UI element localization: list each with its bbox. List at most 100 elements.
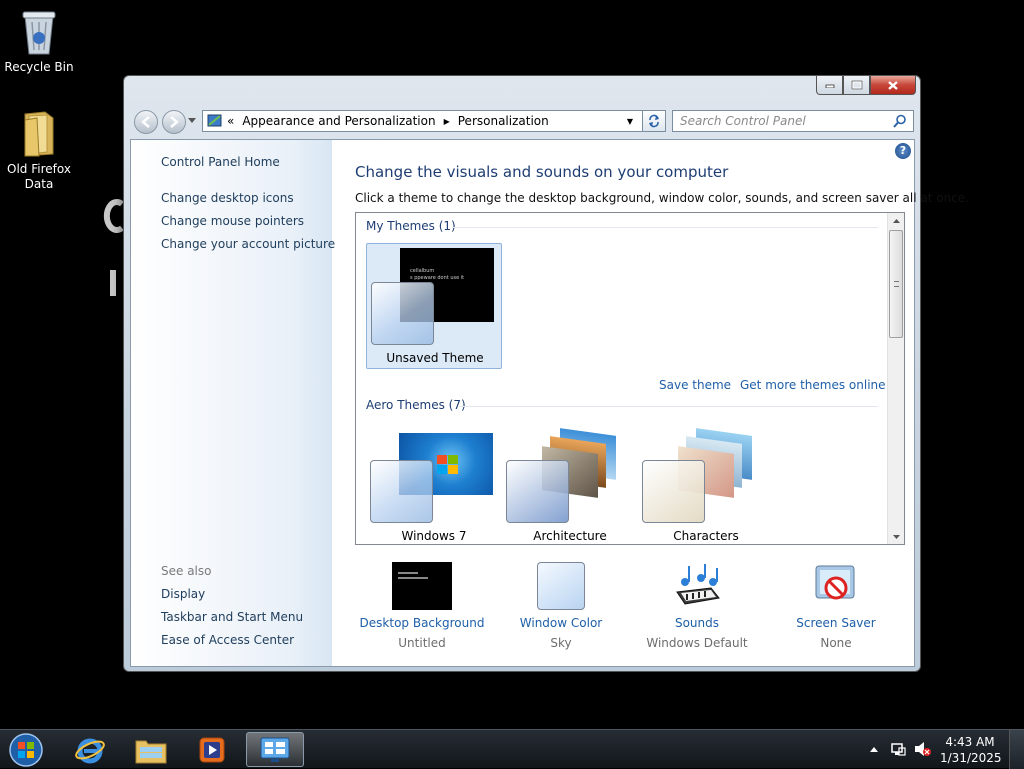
taskbar-windows-explorer[interactable] xyxy=(123,732,179,767)
help-icon: ? xyxy=(899,144,907,157)
theme-unsaved[interactable]: cellalbum s ppeware dont use it Unsaved … xyxy=(366,243,502,369)
scrollbar-thumb[interactable] xyxy=(889,230,903,338)
clock-date: 1/31/2025 xyxy=(940,751,1002,765)
old-firefox-data-label: Old Firefox Data xyxy=(7,162,71,191)
network-icon[interactable] xyxy=(890,741,906,757)
breadcrumb-chevron[interactable]: « xyxy=(227,114,234,128)
refresh-button[interactable] xyxy=(642,110,666,132)
folder-icon xyxy=(24,111,54,157)
refresh-icon xyxy=(649,114,659,128)
back-arrow-icon xyxy=(141,116,150,128)
page-subtitle: Click a theme to change the desktop back… xyxy=(355,191,969,205)
change-mouse-pointers-link[interactable]: Change mouse pointers xyxy=(161,214,304,228)
sounds-value: Windows Default xyxy=(646,636,748,650)
help-button[interactable]: ? xyxy=(895,143,911,159)
change-desktop-icons-link[interactable]: Change desktop icons xyxy=(161,191,294,205)
window-color-swatch xyxy=(506,460,569,523)
show-hidden-icons-icon[interactable] xyxy=(870,746,878,752)
forward-button[interactable] xyxy=(162,110,186,134)
minimize-button[interactable] xyxy=(816,76,843,95)
theme-label: Characters xyxy=(673,529,739,543)
search-input[interactable]: Search Control Panel xyxy=(672,110,914,132)
minimize-icon xyxy=(825,84,834,88)
window-color-label[interactable]: Window Color xyxy=(493,616,629,630)
window-color-swatch xyxy=(537,562,585,610)
old-firefox-data-shortcut[interactable]: Old Firefox Data xyxy=(0,110,78,192)
windows-start-orb-icon xyxy=(9,732,43,767)
control-panel-home-link[interactable]: Control Panel Home xyxy=(161,155,280,169)
aero-themes-header: Aero Themes (7) xyxy=(366,398,466,412)
desktop-background-label[interactable]: Desktop Background xyxy=(354,616,490,630)
desktop-background-value: Untitled xyxy=(398,636,446,650)
control-panel-icon xyxy=(260,737,290,762)
back-button[interactable] xyxy=(134,110,158,134)
taskbar-media-player[interactable] xyxy=(184,732,240,767)
forward-arrow-icon xyxy=(170,116,179,128)
search-placeholder: Search Control Panel xyxy=(680,114,806,128)
recycle-bin-label: Recycle Bin xyxy=(4,60,74,74)
show-desktop-button[interactable] xyxy=(1009,730,1024,769)
maximize-icon xyxy=(851,80,862,90)
desktop-background-setting[interactable]: Desktop Background Untitled xyxy=(354,562,490,650)
theme-label: Windows 7 xyxy=(401,529,467,543)
personalization-window: « Appearance and Personalization ▶ Perso… xyxy=(123,75,969,672)
window-color-setting[interactable]: Window Color Sky xyxy=(493,562,629,650)
save-theme-link[interactable]: Save theme xyxy=(659,378,731,392)
theme-label: Unsaved Theme xyxy=(386,351,484,365)
windows-explorer-icon xyxy=(135,740,167,763)
recycle-bin-icon xyxy=(22,11,56,55)
theme-windows-7[interactable]: Windows 7 xyxy=(366,428,502,544)
close-icon xyxy=(888,80,898,90)
sounds-setting[interactable]: Sounds Windows Default xyxy=(629,562,765,650)
ease-of-access-link[interactable]: Ease of Access Center xyxy=(161,633,294,647)
theme-label: Architecture xyxy=(533,529,607,543)
change-account-picture-link[interactable]: Change your account picture xyxy=(161,237,335,251)
breadcrumb-appearance[interactable]: Appearance and Personalization xyxy=(242,114,435,128)
theme-list[interactable]: My Themes (1) cellalbum s ppeware dont u… xyxy=(355,212,905,545)
desktop-background-thumbnail xyxy=(392,562,452,610)
taskbar-internet-explorer[interactable] xyxy=(62,732,118,767)
breadcrumb-separator-icon[interactable]: ▶ xyxy=(444,117,450,126)
theme-architecture[interactable]: Architecture xyxy=(502,428,638,544)
theme-characters[interactable]: Characters xyxy=(638,428,774,544)
address-bar[interactable]: « Appearance and Personalization ▶ Perso… xyxy=(202,110,666,132)
screen-saver-setting[interactable]: Screen Saver None xyxy=(768,562,904,650)
window-color-swatch xyxy=(642,460,705,523)
system-clock[interactable]: 4:43 AM 1/31/2025 xyxy=(940,734,1002,766)
clock-time: 4:43 AM xyxy=(945,735,995,749)
close-button[interactable] xyxy=(870,76,916,95)
internet-explorer-icon xyxy=(75,738,105,763)
address-dropdown-icon[interactable]: ▼ xyxy=(627,117,633,126)
start-button[interactable] xyxy=(0,732,52,767)
taskbar-control-panel[interactable] xyxy=(246,732,304,767)
recycle-bin-shortcut[interactable]: Recycle Bin xyxy=(0,8,78,75)
caption-buttons xyxy=(816,76,916,95)
screen-saver-icon xyxy=(815,565,855,600)
maximize-button[interactable] xyxy=(843,76,870,95)
window-color-swatch xyxy=(370,460,433,523)
group-divider xyxy=(459,406,878,407)
get-more-themes-link[interactable]: Get more themes online xyxy=(740,378,886,392)
screen-saver-label[interactable]: Screen Saver xyxy=(768,616,904,630)
sounds-label[interactable]: Sounds xyxy=(629,616,765,630)
window-color-value: Sky xyxy=(550,636,572,650)
taskbar-start-menu-link[interactable]: Taskbar and Start Menu xyxy=(161,610,303,624)
search-icon[interactable] xyxy=(893,114,907,128)
scroll-down-arrow-icon[interactable] xyxy=(888,530,905,544)
window-color-swatch xyxy=(371,282,434,345)
recent-pages-chevron-icon[interactable] xyxy=(188,118,196,124)
window-client-area: Control Panel Home Change desktop icons … xyxy=(130,139,969,667)
windows-logo-icon xyxy=(437,455,458,474)
volume-muted-icon[interactable] xyxy=(914,741,932,757)
theme-list-scrollbar[interactable] xyxy=(887,213,904,544)
screen-saver-value: None xyxy=(820,636,852,650)
taskbar: 4:43 AM 1/31/2025 xyxy=(0,729,1024,769)
display-link[interactable]: Display xyxy=(161,587,205,601)
my-themes-header: My Themes (1) xyxy=(366,219,456,233)
left-task-pane: Control Panel Home Change desktop icons … xyxy=(131,140,335,666)
control-panel-icon xyxy=(207,114,222,127)
breadcrumb-personalization[interactable]: Personalization xyxy=(458,114,549,128)
sounds-icon xyxy=(676,564,720,605)
preview-text-line: cellalbum xyxy=(410,268,435,274)
scroll-up-arrow-icon[interactable] xyxy=(888,214,905,228)
